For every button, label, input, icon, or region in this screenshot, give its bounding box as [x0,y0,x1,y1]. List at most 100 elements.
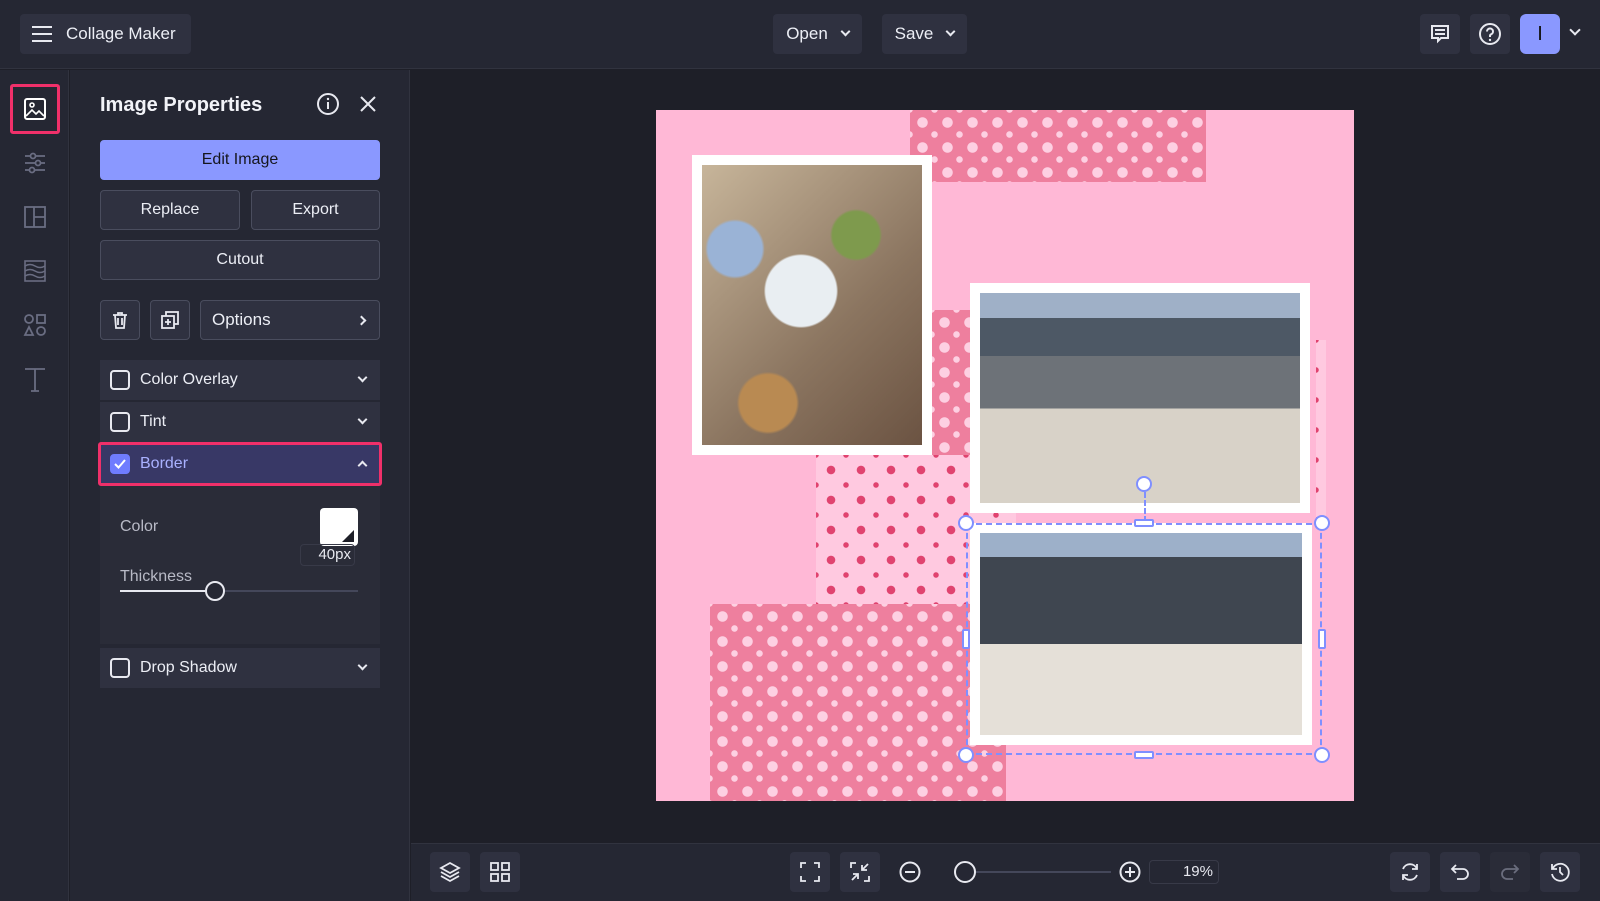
chevron-down-icon[interactable] [357,414,368,425]
panel-title: Image Properties [100,94,263,116]
grid-icon [490,862,510,882]
shapes-icon [23,314,46,336]
rotate-handle-line [1144,492,1146,522]
image-properties-panel: Image Properties Edit Image Replace Expo… [70,70,410,901]
pattern-block-edge[interactable] [1316,340,1326,520]
image-icon [24,98,46,120]
app-menu-button[interactable]: Collage Maker [20,14,191,54]
thickness-slider[interactable] [120,581,358,601]
user-avatar[interactable]: I [1520,14,1560,54]
redo-button[interactable] [1490,852,1530,892]
layout-icon [24,206,46,228]
expand-icon [800,862,820,882]
photo-image [980,293,1300,503]
resize-handle-top[interactable] [1134,519,1154,527]
border-color-swatch[interactable] [320,508,358,546]
tint-checkbox[interactable] [110,412,130,432]
export-button[interactable]: Export [251,190,380,230]
resize-handle-bottom-left[interactable] [958,747,974,763]
zoom-level-input[interactable]: 19% [1149,860,1219,884]
reset-button[interactable] [1390,852,1430,892]
rail-item-layouts[interactable] [10,192,60,242]
resize-handle-top-right[interactable] [1314,515,1330,531]
rail-item-text[interactable] [10,354,60,404]
refresh-icon [1402,863,1418,881]
resize-handle-top-left[interactable] [958,515,974,531]
collapse-icon [850,862,870,882]
undo-icon [1450,864,1469,880]
delete-button[interactable] [100,300,140,340]
thickness-label: Thickness [120,568,193,585]
bottom-toolbar: 19% [411,843,1600,901]
chevron-down-icon[interactable] [357,660,368,671]
duplicate-icon [161,311,179,329]
chevron-down-icon [840,26,851,37]
grid-button[interactable] [480,852,520,892]
resize-handle-right[interactable] [1318,629,1326,649]
redo-icon [1501,864,1520,880]
tint-label: Tint [140,413,167,430]
photo-toast-overhead[interactable] [692,155,932,455]
rotate-handle[interactable] [1136,476,1152,492]
zoom-slider[interactable] [954,861,1111,883]
rail-item-backgrounds[interactable] [10,246,60,296]
drop-shadow-checkbox[interactable] [110,658,130,678]
thickness-slider-fill [120,590,216,592]
top-bar: Collage Maker Open Save I [0,0,1600,69]
texture-icon [24,260,46,282]
feedback-button[interactable] [1420,14,1460,54]
rail-item-image-properties[interactable] [10,84,60,134]
account-chevron-down-icon[interactable] [1569,24,1581,36]
tool-rail [0,70,69,901]
pattern-block-top[interactable] [910,110,1206,182]
collage-canvas[interactable] [656,110,1354,801]
layers-button[interactable] [430,852,470,892]
duplicate-button[interactable] [150,300,190,340]
border-color-label: Color [120,518,159,535]
color-overlay-checkbox[interactable] [110,370,130,390]
thickness-input[interactable]: 40px [300,544,355,566]
app-title: Collage Maker [66,24,176,43]
resize-handle-bottom-right[interactable] [1314,747,1330,763]
replace-button[interactable]: Replace [100,190,240,230]
zoom-in-icon[interactable] [1119,861,1141,883]
info-icon[interactable] [316,92,340,116]
photo-image [702,165,922,445]
open-label: Open [786,24,828,43]
comment-icon [1431,25,1449,44]
text-icon [25,368,45,392]
cutout-button[interactable]: Cutout [100,240,380,280]
shrink-button[interactable] [840,852,880,892]
thickness-slider-knob[interactable] [205,581,226,601]
chevron-down-icon [945,26,956,37]
save-button[interactable]: Save [882,14,967,54]
fit-screen-button[interactable] [790,852,830,892]
resize-handle-bottom[interactable] [1134,751,1154,759]
options-label: Options [212,310,271,329]
sliders-icon [25,152,45,174]
zoom-slider-knob[interactable] [954,861,977,883]
tint-section[interactable]: Tint [100,402,380,442]
layers-icon [439,861,461,883]
save-label: Save [894,24,934,43]
drop-shadow-label: Drop Shadow [140,659,237,676]
border-settings: Color Thickness 40px [100,486,380,644]
chevron-down-icon[interactable] [357,372,368,383]
resize-handle-left[interactable] [962,629,970,649]
history-button[interactable] [1540,852,1580,892]
color-overlay-section[interactable]: Color Overlay [100,360,380,400]
rail-item-adjustments[interactable] [10,138,60,188]
help-button[interactable] [1470,14,1510,54]
avatar-initial: I [1537,22,1543,45]
drop-shadow-section[interactable]: Drop Shadow [100,648,380,688]
history-icon [1551,862,1570,882]
close-icon[interactable] [358,94,378,114]
border-highlight [98,442,382,486]
rail-item-graphics[interactable] [10,300,60,350]
options-button[interactable]: Options [200,300,380,340]
undo-button[interactable] [1440,852,1480,892]
edit-image-button[interactable]: Edit Image [100,140,380,180]
hamburger-icon [32,26,52,42]
zoom-out-icon[interactable] [899,861,921,883]
open-button[interactable]: Open [773,14,862,54]
